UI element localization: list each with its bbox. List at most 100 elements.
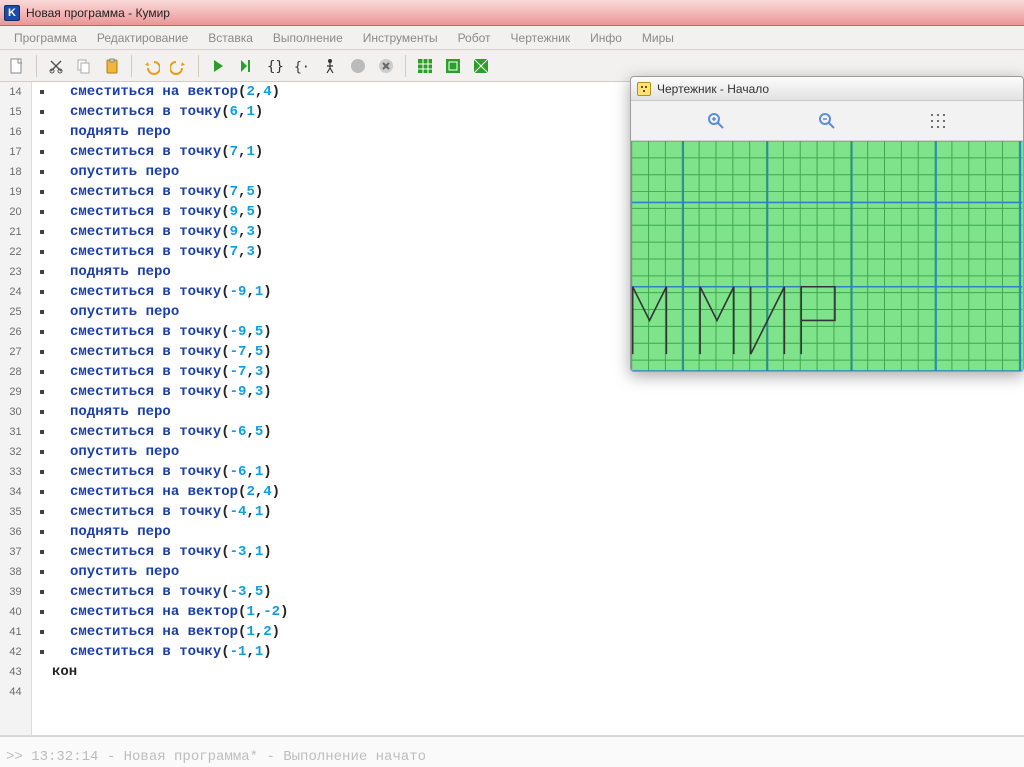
menu-edit[interactable]: Редактирование bbox=[87, 28, 198, 48]
zoom-in-icon[interactable] bbox=[699, 107, 733, 135]
line-number: 20 bbox=[0, 202, 31, 222]
svg-text:{·}: {·} bbox=[294, 60, 311, 75]
line-marker bbox=[32, 482, 52, 502]
line-number: 16 bbox=[0, 122, 31, 142]
line-number: 29 bbox=[0, 382, 31, 402]
run-alt-icon[interactable] bbox=[233, 53, 259, 79]
grid3-icon[interactable] bbox=[468, 53, 494, 79]
grid-toggle-icon[interactable] bbox=[921, 107, 955, 135]
line-marker bbox=[32, 362, 52, 382]
svg-text:{}: {} bbox=[267, 59, 283, 75]
grid1-icon[interactable] bbox=[412, 53, 438, 79]
line-number: 18 bbox=[0, 162, 31, 182]
line-marker bbox=[32, 422, 52, 442]
code-line[interactable]: кон bbox=[52, 662, 1024, 682]
step-person-icon[interactable] bbox=[317, 53, 343, 79]
line-marker bbox=[32, 502, 52, 522]
menu-robot[interactable]: Робот bbox=[448, 28, 501, 48]
code-line[interactable]: сместиться на вектор (1,2) bbox=[52, 622, 1024, 642]
toolbar-separator bbox=[405, 55, 406, 77]
line-number: 37 bbox=[0, 542, 31, 562]
step-brace-icon[interactable]: {} bbox=[261, 53, 287, 79]
cancel-icon[interactable] bbox=[373, 53, 399, 79]
line-number: 17 bbox=[0, 142, 31, 162]
code-line[interactable]: сместиться в точку (-9,3) bbox=[52, 382, 1024, 402]
line-number: 43 bbox=[0, 662, 31, 682]
zoom-out-icon[interactable] bbox=[810, 107, 844, 135]
line-number: 41 bbox=[0, 622, 31, 642]
line-marker bbox=[32, 542, 52, 562]
line-number: 19 bbox=[0, 182, 31, 202]
code-line[interactable]: сместиться на вектор (2,4) bbox=[52, 482, 1024, 502]
line-marker bbox=[32, 82, 52, 102]
code-line[interactable]: опустить перо bbox=[52, 442, 1024, 462]
code-line[interactable]: поднять перо bbox=[52, 402, 1024, 422]
toolbar-separator bbox=[198, 55, 199, 77]
drawer-canvas[interactable] bbox=[631, 141, 1023, 371]
code-line[interactable]: сместиться на вектор (1,-2) bbox=[52, 602, 1024, 622]
code-line[interactable]: сместиться в точку (-3,5) bbox=[52, 582, 1024, 602]
line-marker bbox=[32, 302, 52, 322]
cut-icon[interactable] bbox=[43, 53, 69, 79]
line-marker bbox=[32, 402, 52, 422]
line-number: 27 bbox=[0, 342, 31, 362]
window-title: Новая программа - Кумир bbox=[26, 6, 170, 20]
line-marker bbox=[32, 342, 52, 362]
line-number: 25 bbox=[0, 302, 31, 322]
drawer-title: Чертежник - Начало bbox=[657, 82, 769, 96]
copy-icon[interactable] bbox=[71, 53, 97, 79]
line-marker bbox=[32, 602, 52, 622]
line-marker bbox=[32, 162, 52, 182]
code-line[interactable]: сместиться в точку (-3,1) bbox=[52, 542, 1024, 562]
line-number: 39 bbox=[0, 582, 31, 602]
titlebar: K Новая программа - Кумир bbox=[0, 0, 1024, 26]
line-marker bbox=[32, 642, 52, 662]
code-line[interactable]: поднять перо bbox=[52, 522, 1024, 542]
run-icon[interactable] bbox=[205, 53, 231, 79]
code-line[interactable]: сместиться в точку (-6,5) bbox=[52, 422, 1024, 442]
line-marker bbox=[32, 202, 52, 222]
code-line[interactable]: сместиться в точку (-4,1) bbox=[52, 502, 1024, 522]
undo-icon[interactable] bbox=[138, 53, 164, 79]
paste-icon[interactable] bbox=[99, 53, 125, 79]
line-number: 38 bbox=[0, 562, 31, 582]
marker-column bbox=[32, 82, 52, 735]
menu-info[interactable]: Инфо bbox=[580, 28, 632, 48]
stop-icon[interactable] bbox=[345, 53, 371, 79]
drawer-toolbar bbox=[631, 101, 1023, 141]
line-number: 40 bbox=[0, 602, 31, 622]
menu-insert[interactable]: Вставка bbox=[198, 28, 263, 48]
line-marker bbox=[32, 462, 52, 482]
grid2-icon[interactable] bbox=[440, 53, 466, 79]
toolbar-separator bbox=[131, 55, 132, 77]
menu-worlds[interactable]: Миры bbox=[632, 28, 684, 48]
menu-drawer[interactable]: Чертежник bbox=[501, 28, 581, 48]
code-line[interactable] bbox=[52, 682, 1024, 702]
output-console: >> 13:32:14 - Новая программа* - Выполне… bbox=[0, 735, 1024, 767]
line-number: 30 bbox=[0, 402, 31, 422]
line-number: 32 bbox=[0, 442, 31, 462]
line-gutter: 1415161718192021222324252627282930313233… bbox=[0, 82, 32, 735]
menubar: Программа Редактирование Вставка Выполне… bbox=[0, 26, 1024, 50]
line-number: 21 bbox=[0, 222, 31, 242]
code-line[interactable]: опустить перо bbox=[52, 562, 1024, 582]
menu-tools[interactable]: Инструменты bbox=[353, 28, 448, 48]
redo-icon[interactable] bbox=[166, 53, 192, 79]
line-marker bbox=[32, 522, 52, 542]
line-marker bbox=[32, 662, 52, 682]
line-marker bbox=[32, 122, 52, 142]
line-number: 36 bbox=[0, 522, 31, 542]
code-line[interactable]: сместиться в точку (-1,1) bbox=[52, 642, 1024, 662]
line-number: 28 bbox=[0, 362, 31, 382]
drawer-window[interactable]: Чертежник - Начало bbox=[630, 76, 1024, 372]
menu-run[interactable]: Выполнение bbox=[263, 28, 353, 48]
drawer-app-icon bbox=[637, 82, 651, 96]
drawer-svg bbox=[631, 141, 1023, 371]
step-brace2-icon[interactable]: {·} bbox=[289, 53, 315, 79]
line-number: 35 bbox=[0, 502, 31, 522]
drawer-titlebar[interactable]: Чертежник - Начало bbox=[631, 77, 1023, 101]
code-line[interactable]: сместиться в точку ( -6,1) bbox=[52, 462, 1024, 482]
menu-program[interactable]: Программа bbox=[4, 28, 87, 48]
new-file-icon[interactable] bbox=[4, 53, 30, 79]
line-marker bbox=[32, 142, 52, 162]
